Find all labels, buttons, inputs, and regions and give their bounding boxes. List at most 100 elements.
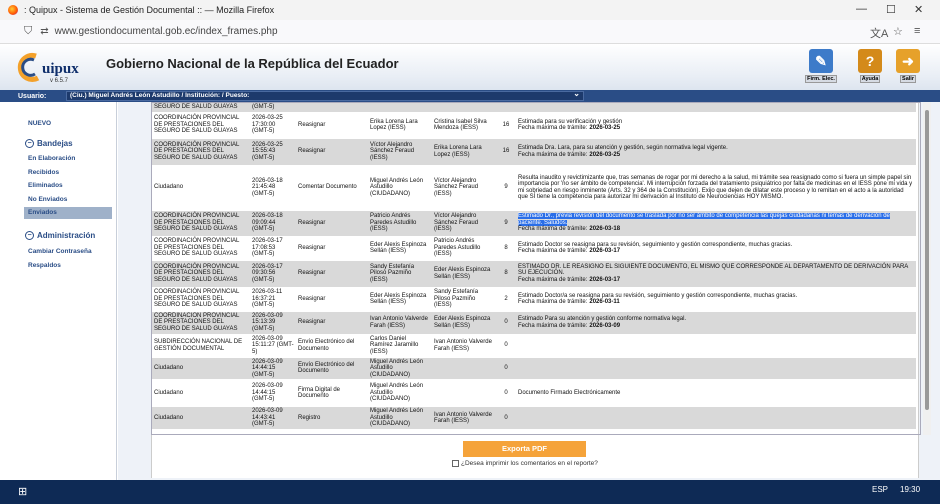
permissions-icon[interactable]: ⇄ (40, 26, 48, 37)
cell-fecha: 2026-03-09 14:44:15 (GMT-5) (250, 379, 296, 407)
cell-comentario: Estimado Doctor/a se reasigna para su re… (516, 286, 916, 312)
cell-fecha: 2026-03-09 15:11:27 (GMT-5) (250, 333, 296, 358)
ayuda-button[interactable]: ? Ayuda (857, 49, 883, 85)
print-comments-option[interactable]: ¿Desea imprimir los comentarios en el re… (452, 460, 598, 467)
sidebar-item-eliminados[interactable]: Eliminados (28, 182, 63, 189)
cell-para (432, 357, 496, 379)
sidebar-item-cambiar-contrasena[interactable]: Cambiar Contraseña (28, 248, 92, 255)
cell-para: Eder Alexis Espinoza Sellán (IESS) (432, 311, 496, 334)
history-table: SEGURO DE SALUD GUAYAS (GMT-5) COORDINACIÓ… (152, 103, 916, 429)
cell-dias: 0 (496, 379, 516, 407)
cell-accion: Envío Electrónico del Documento (296, 333, 368, 358)
cell-accion: Reasignar (296, 235, 368, 261)
bandejas-header[interactable]: − Bandejas (25, 139, 73, 148)
cell-fecha: 2026-03-18 21:45:48 (GMT-5) (250, 164, 296, 211)
user-bar: Usuario: (Ciu.) Miguel Andrés León Astud… (0, 90, 940, 102)
window-titlebar: : Quipux - Sistema de Gestión Documental… (0, 0, 940, 20)
table-row: Ciudadano 2026-03-09 14:44:15 (GMT-5) Firm… (152, 379, 916, 407)
shield-icon[interactable]: ⛉ (24, 25, 32, 38)
cell-comentario: Estimada para su verificación y gestión F… (516, 111, 916, 139)
cell-dias: 0 (496, 333, 516, 358)
cell-de: Ciudadano (152, 379, 250, 407)
cell-de: SUBDIRECCIÓN NACIONAL DE GESTIÓN DOCUMEN… (152, 333, 250, 358)
cell-comentario: Estimado Dr., previa revisión del docume… (516, 210, 916, 236)
cell-fecha: 2026-03-09 15:13:39 (GMT-5) (250, 311, 296, 334)
table-row: Ciudadano 2026-03-18 21:45:48 (GMT-5) Come… (152, 164, 916, 211)
cell-por: Erika Lorena Lara Lopez (IESS) (368, 111, 432, 139)
window-title: : Quipux - Sistema de Gestión Documental… (24, 5, 275, 15)
cell-para: Cristina Isabel Silva Mendoza (IESS) (432, 111, 496, 139)
table-row: COORDINACIÓN PROVINCIAL DE PRESTACIONES … (152, 210, 916, 236)
browser-navbar: ⛉ ⇄ www.gestiondocumental.gob.ec/index_f… (0, 20, 940, 44)
cell-para: Ivan Antonio Valverde Farah (IESS) (432, 333, 496, 358)
cell-por: Miguel Andrés León Astudillo (CIUDADANO) (368, 407, 432, 429)
cell-dias: 0 (496, 357, 516, 379)
cell-de: COORDINACIÓN PROVINCIAL DE PRESTACIONES … (152, 210, 250, 236)
maximize-button[interactable]: ☐ (886, 3, 896, 16)
minimize-button[interactable]: — (856, 3, 867, 15)
sidebar-item-enviados[interactable]: Enviados (28, 209, 57, 216)
collapse-icon: − (25, 139, 34, 148)
firefox-icon (8, 5, 18, 15)
cell-comentario: Estimado Para su atención y gestión conf… (516, 311, 916, 334)
table-row: SEGURO DE SALUD GUAYAS (GMT-5) (152, 103, 916, 112)
table-row: COORDINACIÓN PROVINCIAL DE PRESTACIONES … (152, 235, 916, 261)
cell-fecha: 2026-03-09 14:44:15 (GMT-5) (250, 357, 296, 379)
cell-comentario (516, 333, 916, 358)
help-icon: ? (858, 49, 882, 73)
sidebar-item-no-enviados[interactable]: No Enviados (28, 196, 67, 203)
table-scrollbar[interactable] (923, 102, 931, 435)
cell-por: Carlos Daniel Ramírez Jaramillo (IESS) (368, 333, 432, 358)
star-icon[interactable]: ☆ (893, 25, 903, 38)
sidebar-item-en-elaboracion[interactable]: En Elaboración (28, 155, 75, 162)
cell-dias: 9 (496, 164, 516, 211)
cell-comentario: Estimado Doctor se reasigna para su revi… (516, 235, 916, 261)
cell-comentario (516, 357, 916, 379)
cell-de: COORDINACIÓN PROVINCIAL DE PRESTACIONES … (152, 111, 250, 139)
language-indicator: ESP (872, 485, 889, 494)
cell-accion: Firma Digital de Documento (296, 379, 368, 407)
cell-de: COORDINACIÓN PROVINCIAL DE PRESTACIONES … (152, 260, 250, 287)
cell-por: Eder Alexis Espinoza Sellán (IESS) (368, 286, 432, 312)
sidebar-item-respaldos[interactable]: Respaldos (28, 262, 61, 269)
cell-por: Eder Alexis Espinoza Sellán (IESS) (368, 235, 432, 261)
cell-por: Patricio Andrés Paredes Astudillo (IESS) (368, 210, 432, 236)
windows-icon[interactable]: ⊞ (18, 485, 27, 498)
url-bar[interactable]: www.gestiondocumental.gob.ec/index_frame… (55, 26, 278, 37)
gov-title: Gobierno Nacional de la República del Ec… (106, 56, 399, 71)
cell-comentario (516, 407, 916, 429)
cell-comentario: Estimada Dra. Lara, para su atención y g… (516, 138, 916, 165)
cell-para (432, 103, 496, 112)
cell-dias: 8 (496, 235, 516, 261)
menu-icon[interactable]: ≡ (914, 25, 920, 37)
cell-accion: Reasignar (296, 286, 368, 312)
cell-para: Ivan Antonio Valverde Farah (IESS) (432, 407, 496, 429)
cell-por: Sandy Estefanía Piloso Pazmiño (IESS) (368, 260, 432, 287)
cell-dias: 16 (496, 138, 516, 165)
sidebar-item-recibidos[interactable]: Recibidos (28, 169, 59, 176)
cell-comentario: Documento Firmado Electrónicamente (516, 379, 916, 407)
user-select[interactable]: (Ciu.) Miguel Andrés León Astudillo / In… (66, 90, 584, 101)
close-button[interactable]: ✕ (914, 3, 923, 16)
firma-electronica-button[interactable]: ✎ Firm. Elec. (805, 49, 837, 85)
cell-dias: 0 (496, 311, 516, 334)
cell-comentario (516, 103, 916, 112)
cell-por: Miguel Andrés León Astudillo (CIUDADANO) (368, 164, 432, 211)
quipux-logo (17, 52, 40, 82)
translate-icon[interactable]: 文A (870, 25, 888, 41)
cell-fecha: 2026-03-11 16:37:21 (GMT-5) (250, 286, 296, 312)
logo-text: uipux (42, 61, 79, 77)
print-comments-checkbox[interactable] (452, 460, 459, 467)
cell-fecha: 2026-03-25 15:55:43 (GMT-5) (250, 138, 296, 165)
sidebar: NUEVO − Bandejas En Elaboración Recibidos… (0, 102, 117, 480)
cell-para: Patricio Andrés Paredes Astudillo (IESS) (432, 235, 496, 261)
nuevo-link[interactable]: NUEVO (28, 120, 51, 127)
cell-dias: 9 (496, 210, 516, 236)
export-pdf-button[interactable]: Exporta PDF (463, 441, 586, 457)
administracion-header[interactable]: − Administración (25, 231, 95, 240)
cell-para (432, 379, 496, 407)
cell-por: Miguel Andrés León Astudillo (CIUDADANO) (368, 379, 432, 407)
salir-button[interactable]: ➜ Salir (895, 49, 921, 85)
cell-comentario: ESTIMADO DR. LE REASIGNO EL SIGUIENTE DO… (516, 260, 916, 287)
cell-dias: 8 (496, 260, 516, 287)
